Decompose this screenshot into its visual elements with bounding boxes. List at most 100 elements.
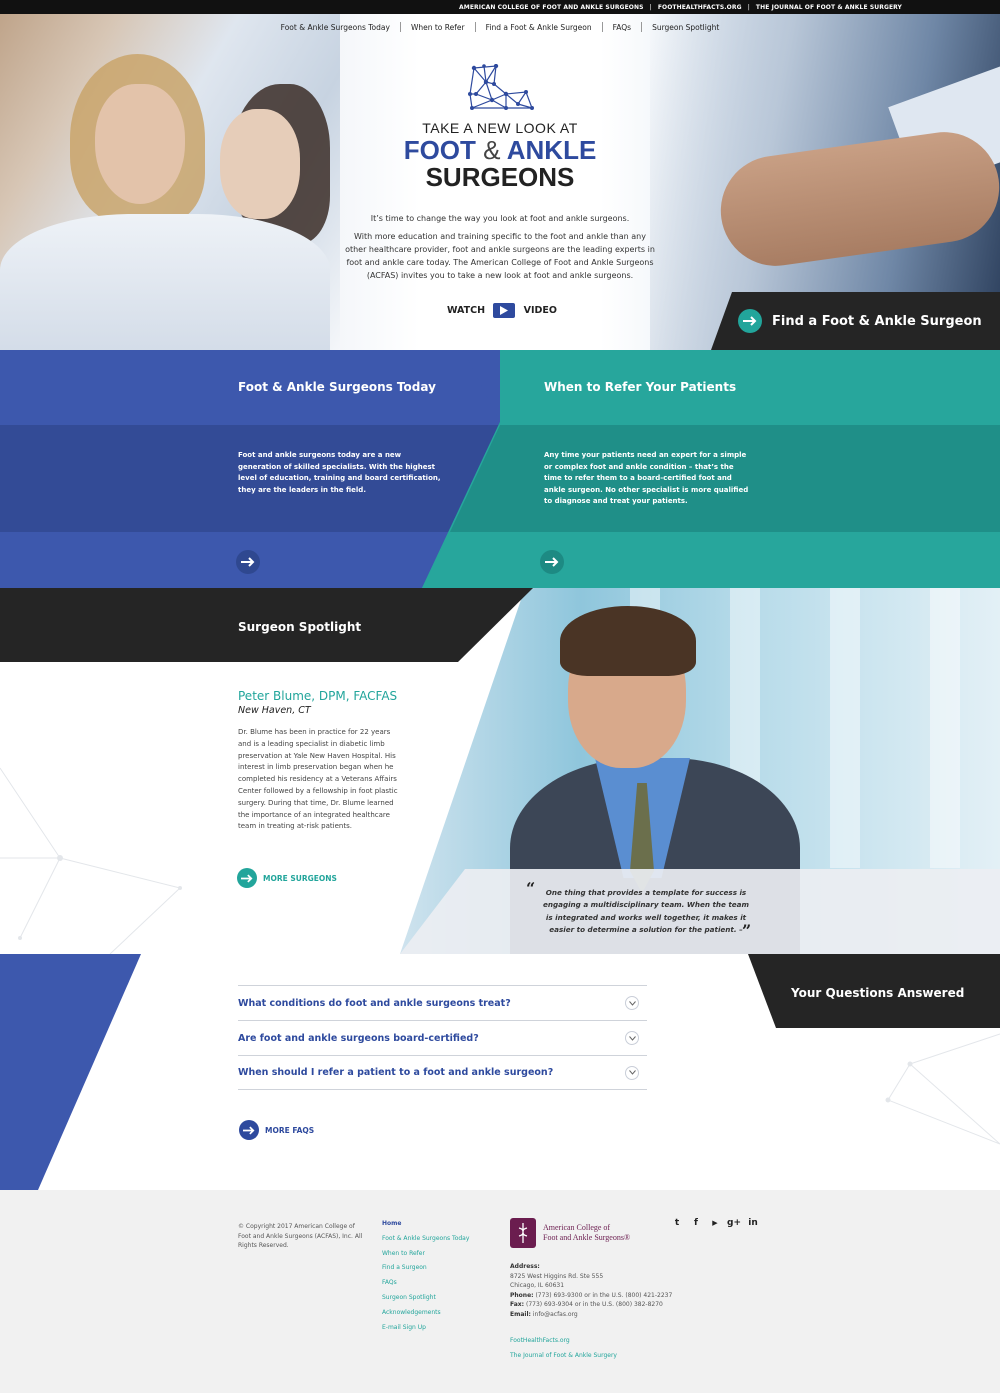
surgeon-name: Peter Blume, DPM, FACFAS [238, 689, 398, 703]
nav-item-faqs[interactable]: FAQs [603, 23, 641, 32]
find-surgeon-label: Find a Foot & Ankle Surgeon [772, 313, 982, 329]
faq-item[interactable]: Are foot and ankle surgeons board-certif… [238, 1020, 647, 1055]
tagline-line-1: TAKE A NEW LOOK AT [422, 120, 578, 136]
surgeon-quote: “ One thing that provides a template for… [400, 869, 1000, 954]
intro-body: With more education and training specifi… [345, 232, 655, 280]
social-links: t f ▶ g+ in [672, 1218, 758, 1228]
contact-info: Address: 8725 West Higgins Rd. Ste 555 C… [510, 1262, 672, 1320]
faq-item[interactable]: What conditions do foot and ankle surgeo… [238, 985, 647, 1020]
faq-question: What conditions do foot and ankle surgeo… [238, 997, 511, 1009]
chevron-down-icon [625, 996, 639, 1010]
card-text-when-to-refer: Any time your patients need an expert fo… [544, 451, 749, 505]
googleplus-icon[interactable]: g+ [727, 1218, 741, 1228]
video-label: VIDEO [523, 305, 557, 316]
watch-video-button[interactable]: WATCH VIDEO [447, 303, 557, 318]
faq-question: Are foot and ankle surgeons board-certif… [238, 1032, 479, 1044]
phone-label: Phone: [510, 1291, 534, 1299]
footer-link-find-surgeon[interactable]: Find a Surgeon [382, 1264, 469, 1279]
nav-item-when-to-refer[interactable]: When to Refer [401, 23, 475, 32]
network-decoration-icon [885, 1033, 1000, 1145]
fax-value: (773) 693-9304 or in the U.S. (800) 382-… [526, 1301, 663, 1309]
facebook-icon[interactable]: f [691, 1218, 701, 1228]
tagline-line-2: FOOT & ANKLE [403, 135, 597, 165]
hero-tagline: TAKE A NEW LOOK AT FOOT & ANKLE SURGEONS [0, 120, 1000, 190]
quote-text: One thing that provides a template for s… [542, 888, 750, 934]
card-title-when-to-refer[interactable]: When to Refer Your Patients [544, 380, 736, 394]
chevron-down-icon [625, 1065, 639, 1080]
footer-link-email-signup[interactable]: E-mail Sign Up [382, 1324, 469, 1339]
find-surgeon-button[interactable]: Find a Foot & Ankle Surgeon [711, 292, 1000, 350]
more-surgeons-link[interactable]: MORE SURGEONS [237, 868, 337, 888]
faq-item[interactable]: When should I refer a patient to a foot … [238, 1055, 647, 1090]
play-icon [493, 303, 516, 318]
acfas-logo[interactable]: American College of Foot and Ankle Surge… [510, 1218, 630, 1248]
faq-title: Your Questions Answered [791, 986, 965, 1000]
org-name-line-2: Foot and Ankle Surgeons® [543, 1233, 631, 1242]
link-foothealthfacts[interactable]: FootHealthFacts.org [510, 1333, 617, 1348]
footer-nav: Home Foot & Ankle Surgeons Today When to… [382, 1220, 469, 1338]
card-text-surgeons-today: Foot and ankle surgeons today are a new … [238, 451, 441, 494]
nav-item-find-surgeon[interactable]: Find a Foot & Ankle Surgeon [476, 23, 602, 32]
caduceus-icon [510, 1218, 536, 1248]
arrow-right-icon[interactable] [236, 550, 260, 574]
more-faqs-link[interactable]: MORE FAQS [239, 1120, 314, 1140]
top-link-foothealthfacts[interactable]: FOOTHEALTHFACTS.ORG [658, 4, 742, 11]
fax-label: Fax: [510, 1301, 525, 1309]
top-link-journal[interactable]: THE JOURNAL OF FOOT & ANKLE SURGERY [756, 4, 902, 11]
faq-list: What conditions do foot and ankle surgeo… [238, 985, 647, 1090]
arrow-right-icon [237, 868, 257, 888]
blue-wedge-decoration [0, 954, 141, 1190]
quote-close-icon: ” [742, 921, 752, 940]
footer: © Copyright 2017 American College of Foo… [0, 1190, 1000, 1393]
arrow-right-icon [239, 1120, 259, 1140]
linkedin-icon[interactable]: in [748, 1218, 758, 1228]
surgeon-location: New Haven, CT [238, 705, 311, 716]
card-title-surgeons-today[interactable]: Foot & Ankle Surgeons Today [238, 380, 436, 394]
nav-item-surgeon-spotlight[interactable]: Surgeon Spotlight [642, 23, 729, 32]
copyright-text: © Copyright 2017 American College of Foo… [238, 1223, 363, 1249]
arrow-right-icon[interactable] [540, 550, 564, 574]
intro-lead: It’s time to change the way you look at … [370, 214, 630, 223]
more-faqs-label: MORE FAQS [265, 1125, 315, 1135]
twitter-icon[interactable]: t [672, 1218, 682, 1228]
more-surgeons-label: MORE SURGEONS [263, 873, 337, 883]
quote-open-icon: “ [526, 879, 536, 898]
surgeon-spotlight-section: Surgeon Spotlight Peter Blume, DPM, FACF… [0, 588, 1000, 954]
surgeon-bio: Dr. Blume has been in practice for 22 ye… [238, 728, 398, 831]
watch-label: WATCH [447, 305, 486, 316]
spotlight-header: Surgeon Spotlight [0, 588, 533, 662]
arrow-right-icon [738, 309, 762, 333]
address-line-1: 8725 West Higgins Rd. Ste 555 [510, 1272, 604, 1280]
hero-intro: It’s time to change the way you look at … [345, 212, 655, 287]
info-cards-section: Foot & Ankle Surgeons Today Foot and ank… [0, 350, 1000, 588]
top-separator: | [747, 3, 750, 11]
footer-link-faqs[interactable]: FAQs [382, 1279, 469, 1294]
footer-link-home[interactable]: Home [382, 1220, 469, 1235]
address-line-2: Chicago, IL 60631 [510, 1282, 565, 1290]
top-link-acfas[interactable]: AMERICAN COLLEGE OF FOOT AND ANKLE SURGE… [459, 4, 644, 11]
foot-network-logo-icon [468, 64, 534, 110]
org-name-line-1: American College of [543, 1223, 611, 1232]
main-nav: Foot & Ankle Surgeons Today When to Refe… [0, 22, 1000, 32]
youtube-icon[interactable]: ▶ [710, 1218, 720, 1228]
phone-value: (773) 693-9300 or in the U.S. (800) 421-… [535, 1291, 673, 1299]
spotlight-title: Surgeon Spotlight [238, 620, 362, 634]
faq-header: Your Questions Answered [748, 954, 1000, 1028]
address-label: Address: [510, 1263, 540, 1270]
footer-link-when-to-refer[interactable]: When to Refer [382, 1250, 469, 1265]
external-links: FootHealthFacts.org The Journal of Foot … [510, 1333, 617, 1363]
footer-link-acknowledgements[interactable]: Acknowledgements [382, 1309, 469, 1324]
tagline-line-3: SURGEONS [425, 162, 575, 192]
faq-section: Your Questions Answered What conditions … [0, 954, 1000, 1190]
email-value[interactable]: info@acfas.org [533, 1311, 578, 1318]
link-journal[interactable]: The Journal of Foot & Ankle Surgery [510, 1348, 617, 1363]
faq-question: When should I refer a patient to a foot … [238, 1067, 554, 1078]
email-label: Email: [510, 1310, 531, 1318]
network-decoration-icon [0, 767, 182, 954]
footer-link-surgeons-today[interactable]: Foot & Ankle Surgeons Today [382, 1235, 469, 1250]
nav-item-surgeons-today[interactable]: Foot & Ankle Surgeons Today [271, 23, 400, 32]
chevron-down-icon [625, 1031, 639, 1045]
top-separator: | [649, 3, 652, 11]
footer-link-spotlight[interactable]: Surgeon Spotlight [382, 1294, 469, 1309]
top-utility-bar: AMERICAN COLLEGE OF FOOT AND ANKLE SURGE… [0, 0, 1000, 14]
